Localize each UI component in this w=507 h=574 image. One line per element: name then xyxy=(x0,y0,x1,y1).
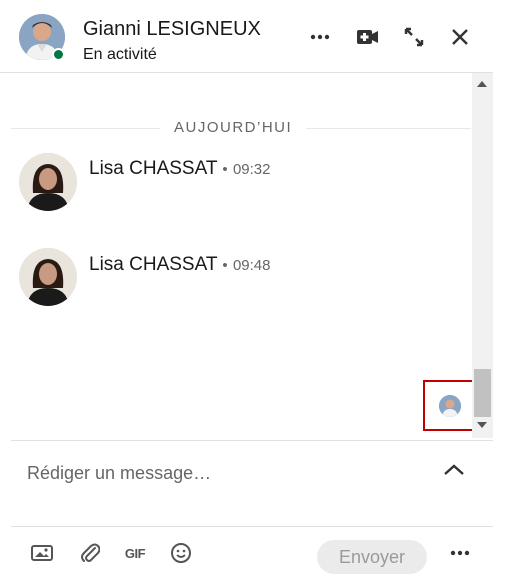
contact-name[interactable]: Gianni LESIGNEUX xyxy=(83,18,261,41)
gif-label: GIF xyxy=(124,545,146,561)
scrollbar[interactable] xyxy=(472,73,493,438)
send-button[interactable]: Envoyer xyxy=(317,540,427,574)
message-composer xyxy=(11,440,493,527)
message-header-2: Lisa CHASSAT • 09:48 xyxy=(89,254,271,276)
scrollbar-thumb[interactable] xyxy=(474,369,491,417)
composer-toolbar: GIF Envoyer xyxy=(0,526,507,574)
gif-icon[interactable]: GIF xyxy=(122,540,148,566)
chevron-up-icon[interactable] xyxy=(441,457,467,483)
seen-receipt-avatar[interactable] xyxy=(439,394,461,417)
message-time: 09:48 xyxy=(232,257,271,274)
message-list[interactable]: AUJOURD’HUI Lisa CHASSAT • 09:32 Lisa CH… xyxy=(0,73,472,438)
scroll-up-arrow-icon[interactable] xyxy=(477,81,487,87)
online-status-indicator xyxy=(52,48,65,61)
seen-receipt-highlight xyxy=(423,380,472,431)
ellipsis-icon[interactable] xyxy=(305,22,335,52)
emoji-icon[interactable] xyxy=(168,540,194,566)
contact-status: En activité xyxy=(83,46,157,63)
message-header-1: Lisa CHASSAT • 09:32 xyxy=(89,158,271,180)
image-icon[interactable] xyxy=(29,540,55,566)
video-call-icon[interactable] xyxy=(353,22,383,52)
message-input[interactable] xyxy=(25,457,409,489)
sender-name[interactable]: Lisa CHASSAT xyxy=(89,254,217,275)
sender-avatar[interactable] xyxy=(19,248,77,306)
chat-header: Gianni LESIGNEUX En activité xyxy=(0,0,493,73)
separator-dot: • xyxy=(222,257,228,274)
sender-name[interactable]: Lisa CHASSAT xyxy=(89,158,217,179)
sender-avatar[interactable] xyxy=(19,153,77,211)
separator-dot: • xyxy=(222,161,228,178)
expand-arrows-icon[interactable] xyxy=(399,22,429,52)
scroll-down-arrow-icon[interactable] xyxy=(477,422,487,428)
ellipsis-icon[interactable] xyxy=(447,540,473,566)
paperclip-icon[interactable] xyxy=(77,540,103,566)
date-divider-label: AUJOURD’HUI xyxy=(160,119,307,136)
close-icon[interactable] xyxy=(445,22,475,52)
message-time: 09:32 xyxy=(232,161,271,178)
